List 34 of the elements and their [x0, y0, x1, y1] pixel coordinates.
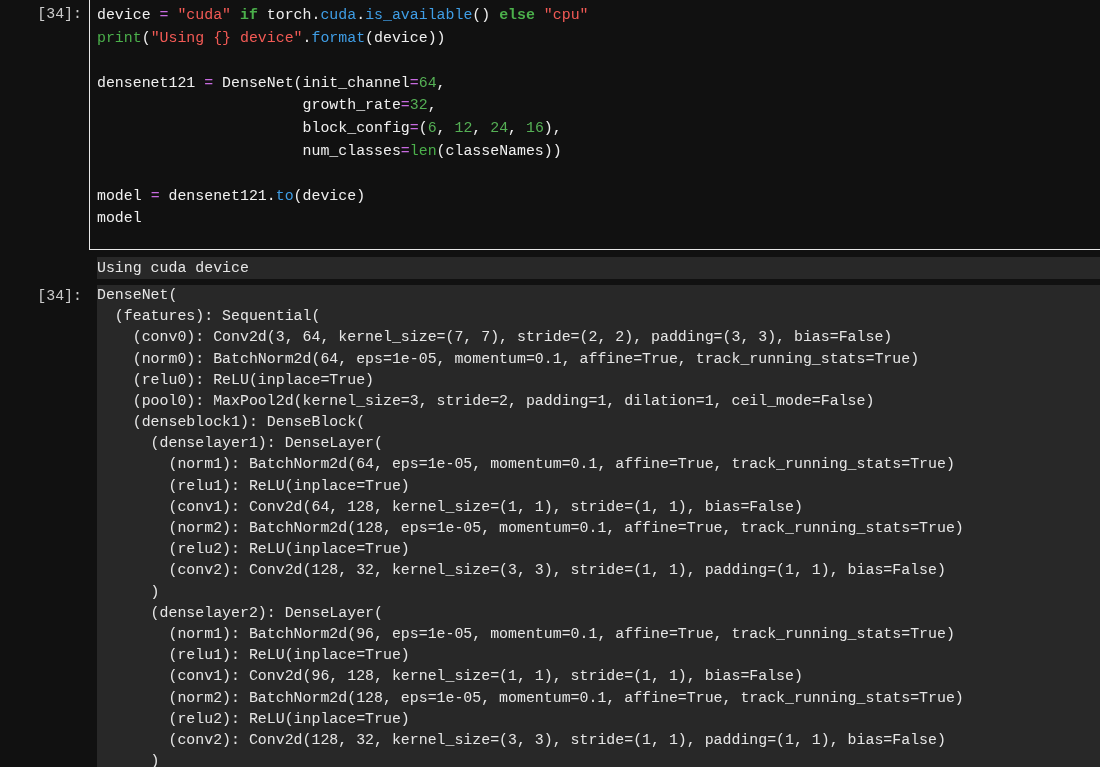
output-line: (norm1): BatchNorm2d(64, eps=1e-05, momentum=0.1, affine=True, track_running_stats=True): [167, 455, 956, 475]
output-line: (pool0): MaxPool2d(kernel_size=3, stride=2, padding=1, dilation=1, ceil_mode=False): [131, 391, 876, 411]
output-text: Using cuda device: [97, 258, 250, 278]
code-line: device = "cuda" if torch.cuda.is_available() else "cpu": [97, 6, 590, 25]
code-line: densenet121 = DenseNet(init_channel=64,: [97, 73, 447, 93]
output-line: (relu2): ReLU(inplace=True): [167, 540, 411, 560]
output-line: (norm2): BatchNorm2d(128, eps=1e-05, momentum=0.1, affine=True, track_running_stats=True): [167, 519, 965, 538]
code-line: model: [97, 209, 143, 229]
output-line: (conv2): Conv2d(128, 32, kernel_size=(3, 3), stride=(1, 1), padding=(1, 1), bias=False): [167, 730, 947, 750]
code-line: print("Using {} device".format(device)): [97, 28, 447, 48]
output-line: (denselayer2): DenseLayer(: [149, 603, 384, 623]
output-line: (norm0): BatchNorm2d(64, eps=1e-05, momentum=0.1, affine=True, track_running_stats=True): [131, 349, 921, 369]
output-line: (conv0): Conv2d(3, 64, kernel_size=(7, 7), stride=(2, 2), padding=(3, 3), bias=False): [131, 328, 894, 348]
code-editor[interactable]: [89, 0, 1100, 250]
code-line: growth_rate=32,: [301, 96, 438, 116]
code-line: block_config=(6, 12, 24, 16),: [301, 118, 563, 138]
output-line: (relu1): ReLU(inplace=True): [167, 646, 411, 666]
output-line: (norm1): BatchNorm2d(96, eps=1e-05, momentum=0.1, affine=True, track_running_stats=True): [167, 624, 956, 644]
output-line: (denselayer1): DenseLayer(: [149, 434, 384, 454]
output-line: (features): Sequential(: [113, 307, 322, 327]
output-line: (relu0): ReLU(inplace=True): [131, 370, 375, 390]
output-line: (conv1): Conv2d(96, 128, kernel_size=(1, 1), stride=(1, 1), bias=False): [167, 667, 804, 687]
output-line: DenseNet(: [97, 285, 179, 305]
code-line: model = densenet121.to(device): [97, 186, 367, 206]
output-line: (relu2): ReLU(inplace=True): [167, 709, 411, 729]
cell-prompt: [34]:: [37, 5, 82, 24]
output-line: (denseblock1): DenseBlock(: [131, 413, 367, 433]
output-line: ): [149, 582, 161, 602]
output-line: (conv1): Conv2d(64, 128, kernel_size=(1, 1), stride=(1, 1), bias=False): [167, 497, 804, 517]
output-line: (relu1): ReLU(inplace=True): [167, 476, 411, 496]
code-line: num_classes=len(classeNames)): [301, 141, 563, 161]
output-prompt: [34]:: [37, 286, 82, 306]
output-line: (norm2): BatchNorm2d(128, eps=1e-05, momentum=0.1, affine=True, track_running_stats=True): [167, 688, 965, 708]
output-line: (conv2): Conv2d(128, 32, kernel_size=(3, 3), stride=(1, 1), padding=(1, 1), bias=False): [167, 561, 947, 581]
